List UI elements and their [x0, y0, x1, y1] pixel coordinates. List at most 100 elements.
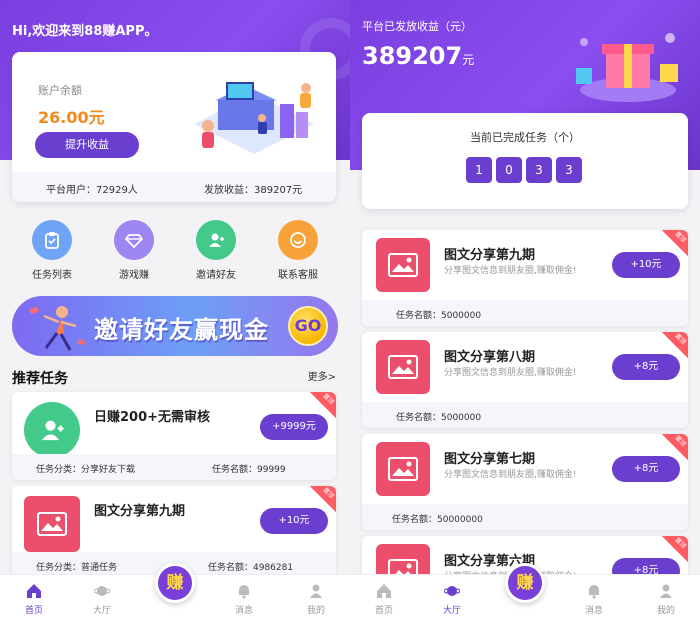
tab-messages[interactable]: 消息 [572, 583, 616, 616]
completed-tasks-card: 当前已完成任务（个） 1 0 3 3 [362, 113, 688, 209]
pinned-badge: 置顶 [310, 486, 336, 512]
counter-digit: 0 [496, 157, 522, 183]
quick-link-label: 联系客服 [278, 270, 318, 281]
bell-icon [589, 585, 599, 599]
completed-tasks-label: 当前已完成任务（个） [470, 131, 580, 144]
recommend-title: 推荐任务 [12, 371, 68, 387]
invite-banner[interactable]: 邀请好友赢现金 GO [12, 296, 338, 356]
picture-icon [24, 496, 80, 552]
welcome-text: Hi,欢迎来到88赚APP。 [12, 24, 158, 39]
task-title: 图文分享第九期 [444, 248, 536, 263]
tab-home[interactable]: 首页 [362, 583, 406, 616]
picture-icon [376, 442, 430, 496]
task-card[interactable]: 图文分享第九期 分享图文信息到朋友圈,赚取佣金! +10元 置顶 任务名额：50… [362, 230, 688, 326]
tab-label: 首页 [24, 606, 43, 616]
balance-label: 账户余额 [38, 84, 82, 97]
tab-label: 大厅 [442, 606, 461, 616]
user-icon [310, 584, 322, 598]
pinned-badge: 置顶 [310, 392, 336, 418]
task-quota: 任务名额：4986281 [208, 563, 294, 573]
platform-users: 平台用户：72929人 [46, 185, 138, 196]
tab-mine[interactable]: 我的 [294, 583, 338, 616]
task-footer: 任务名额：5000000 [362, 300, 688, 326]
task-category: 任务分类：普通任务 [36, 563, 118, 573]
home-icon [27, 584, 41, 598]
task-title: 图文分享第九期 [94, 504, 186, 519]
tab-label: 首页 [374, 606, 393, 616]
paid-earnings-label: 平台已发放收益（元） [362, 20, 472, 33]
tab-hall[interactable]: 大厅 [430, 583, 474, 616]
picture-icon [376, 238, 430, 292]
task-title: 图文分享第八期 [444, 350, 536, 365]
add-user-icon [196, 220, 236, 260]
task-title: 图文分享第七期 [444, 452, 536, 467]
tab-messages[interactable]: 消息 [222, 583, 266, 616]
home-icon [377, 584, 391, 598]
pinned-badge: 置顶 [662, 332, 688, 358]
task-title: 日赚200+无需审核 [94, 410, 211, 425]
quick-link-label: 游戏赚 [119, 270, 149, 281]
home-screen: Hi,欢迎来到88赚APP。 账户余额 26.00元 提升收益 平台用户：729… [0, 0, 350, 624]
runner-illustration [29, 306, 86, 351]
gift-illustration [576, 33, 678, 102]
paid-earnings-amount: 389207元 [362, 42, 475, 70]
quick-link-label: 邀请好友 [196, 270, 236, 281]
lift-earnings-button[interactable]: 提升收益 [35, 132, 139, 158]
more-link[interactable]: 更多> [308, 368, 336, 383]
workstation-illustration [194, 82, 314, 154]
balance-stats: 平台用户：72929人 发放收益：389207元 [12, 172, 336, 202]
clipboard-icon [32, 220, 72, 260]
task-footer: 任务名额：50000000 [362, 504, 688, 530]
balance-amount: 26.00元 [38, 108, 105, 127]
counter-digit: 1 [466, 157, 492, 183]
tab-label: 消息 [584, 606, 603, 616]
task-quota: 任务名额：50000000 [392, 515, 483, 525]
quick-link-invite-friends[interactable]: 邀请好友 [186, 220, 246, 281]
task-footer: 任务名额：5000000 [362, 402, 688, 428]
task-description: 分享图文信息到朋友圈,赚取佣金! [444, 266, 577, 276]
bell-icon [239, 585, 249, 599]
diamond-icon [114, 220, 154, 260]
add-user-icon [24, 402, 80, 458]
user-icon [660, 584, 672, 598]
bottom-tab-bar: 首页 大厅 赚 消息 我的 [0, 563, 350, 624]
task-quota: 任务名额：99999 [212, 465, 286, 475]
hall-screen: 平台已发放收益（元） 389207元 当前已完成任务（个） 1 0 3 3 图文… [350, 0, 700, 624]
task-description: 分享图文信息到朋友圈,赚取佣金! [444, 368, 577, 378]
tab-hall[interactable]: 大厅 [80, 583, 124, 616]
tab-label: 大厅 [92, 606, 111, 616]
task-description: 分享图文信息到朋友圈,赚取佣金! [444, 470, 577, 480]
paid-earnings: 发放收益：389207元 [204, 185, 303, 196]
task-card[interactable]: 图文分享第七期 分享图文信息到朋友圈,赚取佣金! +8元 置顶 任务名额：500… [362, 434, 688, 530]
task-card[interactable]: 日赚200+无需审核 +9999元 置顶 任务分类：分享好友下载 任务名额：99… [12, 392, 336, 480]
counter-digit: 3 [556, 157, 582, 183]
task-card[interactable]: 图文分享第八期 分享图文信息到朋友圈,赚取佣金! +8元 置顶 任务名额：500… [362, 332, 688, 428]
bottom-tab-bar: 首页 大厅 赚 消息 我的 [350, 563, 700, 624]
smile-icon [278, 220, 318, 260]
planet-icon [94, 586, 110, 596]
quick-link-task-list[interactable]: 任务列表 [22, 220, 82, 281]
earn-button[interactable]: 赚 [155, 563, 195, 603]
pinned-badge: 置顶 [662, 536, 688, 562]
pinned-badge: 置顶 [662, 434, 688, 460]
banner-title: 邀请好友赢现金 [94, 316, 269, 344]
quick-link-game-earn[interactable]: 游戏赚 [104, 220, 164, 281]
go-badge: GO [288, 306, 328, 346]
tab-label: 我的 [306, 606, 325, 616]
tab-label: 我的 [656, 606, 675, 616]
task-quota: 任务名额：5000000 [396, 311, 482, 321]
task-quota: 任务名额：5000000 [396, 413, 482, 423]
counter-digit: 3 [526, 157, 552, 183]
planet-icon [444, 586, 460, 596]
tab-mine[interactable]: 我的 [644, 583, 688, 616]
earn-button[interactable]: 赚 [505, 563, 545, 603]
tab-home[interactable]: 首页 [12, 583, 56, 616]
balance-card: 账户余额 26.00元 提升收益 平台用户：72929人 发放收益：389207… [12, 52, 336, 202]
tab-label: 消息 [234, 606, 253, 616]
quick-link-contact-support[interactable]: 联系客服 [268, 220, 328, 281]
task-footer: 任务分类：分享好友下载 任务名额：99999 [12, 454, 336, 480]
quick-link-label: 任务列表 [32, 270, 72, 281]
pinned-badge: 置顶 [662, 230, 688, 256]
picture-icon [376, 340, 430, 394]
task-category: 任务分类：分享好友下载 [36, 465, 136, 475]
